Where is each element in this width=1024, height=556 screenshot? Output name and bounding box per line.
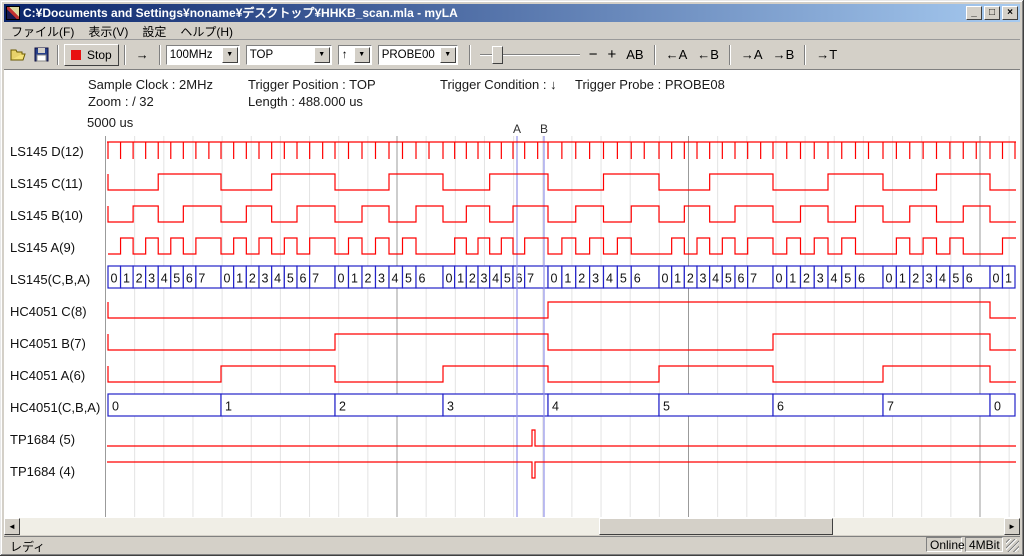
zoom-info: Zoom : / 32	[88, 94, 154, 109]
timebase-label: 5000 us	[87, 115, 133, 130]
chevron-down-icon[interactable]: ▼	[314, 47, 330, 63]
trigger-edge-value: ↑	[339, 49, 353, 61]
status-memory-badge: 4MBit	[965, 537, 1003, 552]
scroll-left-button[interactable]: ◄	[4, 518, 20, 535]
close-button[interactable]: ×	[1002, 6, 1018, 20]
horizontal-scrollbar[interactable]: ◄ ►	[4, 518, 1020, 535]
trigger-position-info: Trigger Position : TOP	[248, 77, 376, 92]
stop-label: Stop	[87, 48, 112, 62]
status-ready-text: レディ	[10, 538, 45, 555]
save-file-button[interactable]	[30, 45, 52, 65]
app-window: C:¥Documents and Settings¥noname¥デスクトップ¥…	[0, 0, 1024, 556]
goto-marker-b-button[interactable]: →B	[768, 44, 800, 66]
app-icon	[6, 6, 20, 20]
toolbar-separator	[804, 45, 806, 65]
waveform-client-area[interactable]: Sample Clock : 2MHz Trigger Position : T…	[4, 69, 1020, 518]
scroll-right-button[interactable]: ►	[1004, 518, 1020, 535]
length-info: Length : 488.000 us	[248, 94, 363, 109]
run-button[interactable]: →	[131, 44, 154, 66]
trigger-position-value: TOP	[247, 49, 313, 61]
scrollbar-thumb[interactable]	[599, 518, 833, 535]
save-floppy-icon	[34, 47, 49, 62]
chevron-down-icon[interactable]: ▼	[354, 47, 370, 63]
toolbar-separator	[124, 45, 126, 65]
chevron-down-icon[interactable]: ▼	[222, 47, 238, 63]
window-title: C:¥Documents and Settings¥noname¥デスクトップ¥…	[23, 4, 962, 22]
chevron-down-icon[interactable]: ▼	[440, 47, 456, 63]
ab-span-button[interactable]: AB	[621, 44, 648, 66]
toolbar-separator	[159, 45, 161, 65]
zoom-slider[interactable]	[480, 44, 580, 66]
trigger-edge-select[interactable]: ↑ ▼	[338, 45, 372, 65]
zoom-slider-thumb[interactable]	[492, 46, 503, 64]
maximize-button[interactable]: □	[984, 6, 1000, 20]
window-controls: _ □ ×	[966, 6, 1018, 20]
menu-file[interactable]: ファイル(F)	[4, 22, 81, 41]
trigger-position-select[interactable]: TOP ▼	[246, 45, 332, 65]
sample-clock-value: 100MHz	[167, 49, 221, 61]
trigger-probe-value: PROBE00	[379, 49, 439, 61]
goto-trigger-button[interactable]: →T	[811, 44, 842, 66]
toolbar-separator	[469, 45, 471, 65]
open-file-button[interactable]	[8, 45, 30, 65]
statusbar: レディ Online 4MBit	[4, 536, 1020, 553]
menu-help[interactable]: ヘルプ(H)	[173, 22, 240, 41]
toolbar-separator	[654, 45, 656, 65]
trigger-probe-info: Trigger Probe : PROBE08	[575, 77, 725, 92]
menu-view[interactable]: 表示(V)	[81, 22, 135, 41]
stop-button[interactable]: Stop	[64, 44, 119, 66]
sample-clock-info: Sample Clock : 2MHz	[88, 77, 213, 92]
trigger-probe-select[interactable]: PROBE00 ▼	[378, 45, 458, 65]
goto-marker-a-button[interactable]: →A	[736, 44, 768, 66]
stop-icon	[71, 50, 81, 60]
titlebar[interactable]: C:¥Documents and Settings¥noname¥デスクトップ¥…	[4, 4, 1020, 22]
sample-clock-select[interactable]: 100MHz ▼	[166, 45, 240, 65]
resize-grip[interactable]	[1006, 539, 1019, 552]
zoom-in-button[interactable]: +	[602, 44, 621, 66]
toolbar-separator	[57, 45, 59, 65]
goto-marker-a-back-button[interactable]: ←A	[661, 44, 693, 66]
minimize-button[interactable]: _	[966, 6, 982, 20]
toolbar-separator	[729, 45, 731, 65]
zoom-out-button[interactable]: −	[584, 44, 603, 66]
menu-settings[interactable]: 設定	[135, 22, 173, 41]
trigger-condition-info: Trigger Condition : ↓	[440, 77, 557, 92]
open-folder-icon	[10, 48, 28, 62]
menubar: ファイル(F) 表示(V) 設定 ヘルプ(H)	[4, 23, 1020, 39]
goto-marker-b-back-button[interactable]: ←B	[692, 44, 724, 66]
toolbar: Stop → 100MHz ▼ TOP ▼ ↑ ▼ PROBE00 ▼ − + …	[4, 39, 1020, 69]
status-online-badge: Online	[926, 537, 962, 552]
